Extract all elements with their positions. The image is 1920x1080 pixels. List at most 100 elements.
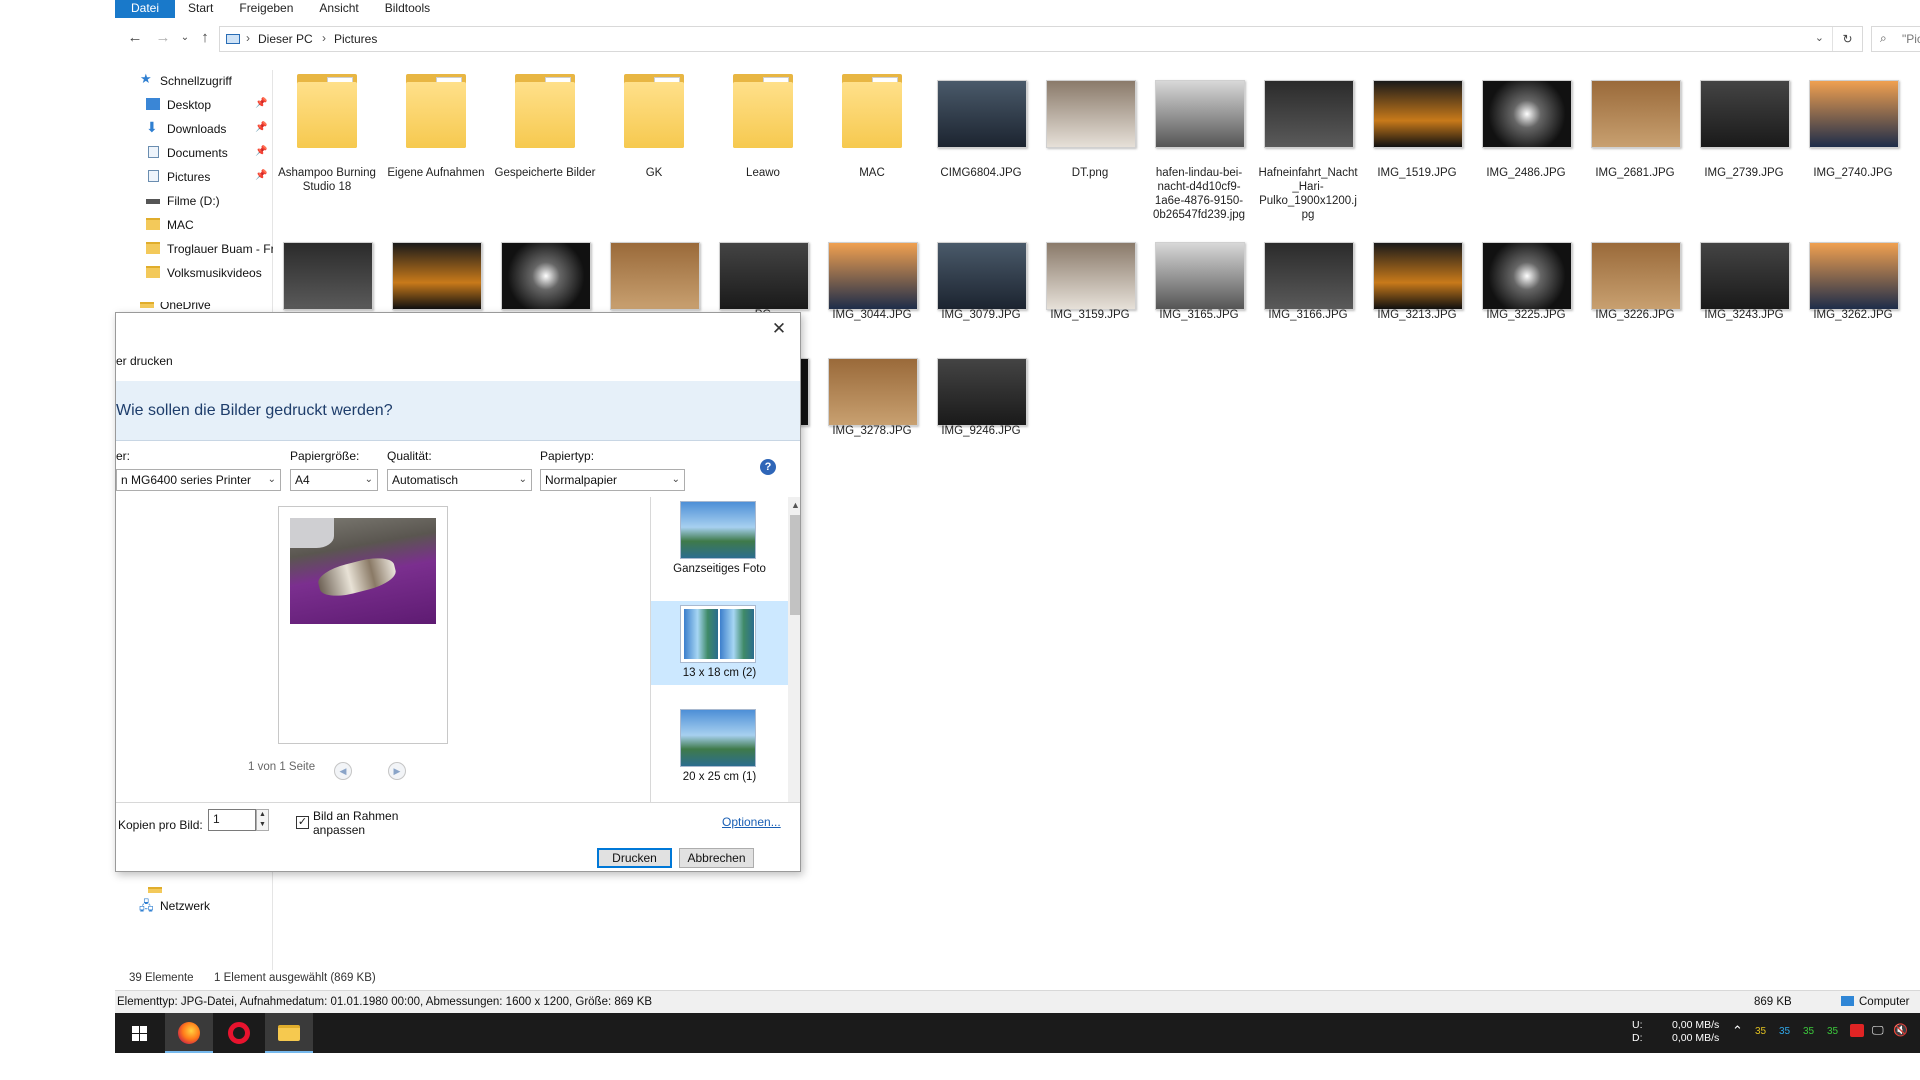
quality-select[interactable]: Automatisch ⌄ <box>387 469 532 491</box>
refresh-icon[interactable]: ↻ <box>1832 27 1862 51</box>
up-arrow-icon[interactable]: ↑ <box>195 28 215 48</box>
options-link[interactable]: Optionen... <box>722 815 781 829</box>
fit-frame-label[interactable]: Bild an Rahmen anpassen <box>313 809 423 837</box>
network-status-icon[interactable]: 🖵 <box>1872 1023 1884 1038</box>
page-indicator: 1 von 1 Seite <box>248 761 316 773</box>
tab-datei[interactable]: Datei <box>115 0 176 18</box>
file-name: IMG_3262.JPG <box>1813 309 1893 321</box>
file-details: Elementtyp: JPG-Datei, Aufnahmedatum: 01… <box>117 996 653 1008</box>
file-name: GK <box>645 167 663 179</box>
breadcrumb-pictures[interactable]: Pictures <box>334 32 377 46</box>
dialog-footer: Kopien pro Bild: 1 ▲ ▼ ✓ Bild an Rahmen a… <box>116 802 800 871</box>
layout-preview-icon <box>680 605 756 663</box>
tab-ansicht[interactable]: Ansicht <box>306 0 371 18</box>
previous-page-icon[interactable]: ◀ <box>334 762 352 780</box>
windows-start-icon[interactable] <box>115 1013 163 1053</box>
scrollbar-thumb[interactable] <box>790 515 800 615</box>
nav-item-downloads[interactable]: ⬇ Downloads 📌 <box>115 118 273 140</box>
quality-label: Qualität: <box>387 449 432 463</box>
back-arrow-icon[interactable]: ← <box>125 28 145 48</box>
copies-stepper[interactable]: ▲ ▼ <box>256 809 269 831</box>
address-bar[interactable]: › Dieser PC › Pictures ⌄ ↻ <box>219 26 1863 52</box>
nav-item-schnellzugriff[interactable]: ★ Schnellzugriff <box>115 70 273 92</box>
print-preview: 1 von 1 Seite ◀ ▶ <box>116 497 650 797</box>
file-explorer-icon[interactable] <box>265 1013 313 1053</box>
image-thumbnail <box>937 80 1027 148</box>
nav-item-filme-d[interactable]: Filme (D:) <box>115 190 273 212</box>
cancel-button[interactable]: Abbrechen <box>679 848 754 868</box>
image-thumbnail <box>719 242 809 310</box>
stepper-up-icon[interactable]: ▲ <box>257 810 268 820</box>
image-thumbnail <box>1482 80 1572 148</box>
temp-3: 35 <box>1803 1026 1815 1037</box>
image-thumbnail <box>1591 80 1681 148</box>
folder-icon <box>146 218 160 230</box>
breadcrumb-separator-icon[interactable]: › <box>322 31 326 45</box>
preview-page <box>278 506 448 744</box>
nav-item-netzwerk[interactable]: 🖧 Netzwerk <box>115 895 273 917</box>
computer-label: Computer <box>1859 996 1910 1008</box>
print-button[interactable]: Drucken <box>597 848 672 868</box>
item-count: 39 Elemente <box>129 972 194 984</box>
image-thumbnail <box>1809 242 1899 310</box>
next-page-icon[interactable]: ▶ <box>388 762 406 780</box>
stepper-down-icon[interactable]: ▼ <box>257 820 268 830</box>
search-input[interactable]: ⌕ "Pictures" d <box>1871 26 1920 52</box>
net-upload-rate: 0,00 MB/s <box>1672 1019 1720 1031</box>
nav-item-onedrive[interactable]: OneDrive <box>115 302 273 310</box>
paper-size-label: Papiergröße: <box>290 449 360 463</box>
breadcrumb-separator-icon[interactable]: › <box>246 31 250 45</box>
security-shield-icon[interactable] <box>1850 1024 1864 1037</box>
file-name: IMG_3278.JPG <box>832 425 912 437</box>
folder-icon <box>733 74 793 148</box>
tab-start[interactable]: Start <box>175 0 226 18</box>
help-icon[interactable]: ? <box>760 459 776 475</box>
photo-pillow <box>290 518 334 548</box>
layout-20x25[interactable]: 20 x 25 cm (1) <box>651 705 788 789</box>
pin-icon: 📌 <box>255 146 268 157</box>
file-name: MAC <box>859 167 885 179</box>
breadcrumb-this-pc[interactable]: Dieser PC <box>258 32 313 46</box>
chevron-down-icon: ⌄ <box>671 474 680 485</box>
chevron-up-icon[interactable]: ⌃ <box>1732 1023 1743 1039</box>
image-thumbnail <box>283 242 373 310</box>
paper-size-select[interactable]: A4 ⌄ <box>290 469 378 491</box>
tab-freigeben[interactable]: Freigeben <box>226 0 306 18</box>
nav-item-volksmusikvideos[interactable]: Volksmusikvideos <box>115 262 273 284</box>
layout-13x18[interactable]: 13 x 18 cm (2) <box>651 601 788 685</box>
nav-item-desktop[interactable]: Desktop 📌 <box>115 94 273 116</box>
forward-arrow-icon[interactable]: → <box>153 28 173 48</box>
image-thumbnail <box>1482 242 1572 310</box>
layout-half-left <box>684 609 718 659</box>
layout-scrollbar[interactable]: ▲ <box>788 497 800 802</box>
nav-item-hidden-folder[interactable] <box>115 887 273 895</box>
scroll-up-icon[interactable]: ▲ <box>788 497 800 513</box>
file-name: IMG_2486.JPG <box>1486 167 1566 179</box>
fit-frame-checkbox[interactable]: ✓ <box>296 816 309 829</box>
nav-item-mac[interactable]: MAC <box>115 214 273 236</box>
print-pictures-dialog: ✕ er drucken Wie sollen die Bilder gedru… <box>115 312 801 872</box>
desktop-icon <box>146 98 160 110</box>
drive-icon <box>146 199 160 204</box>
printer-select[interactable]: n MG6400 series Printer ⌄ <box>116 469 281 491</box>
firefox-icon[interactable] <box>165 1013 213 1053</box>
speaker-muted-icon[interactable]: 🔇 <box>1893 1023 1908 1037</box>
close-icon[interactable]: ✕ <box>766 318 792 340</box>
nav-item-pictures[interactable]: Pictures 📌 <box>115 166 273 188</box>
recent-locations-chevron-icon[interactable]: ⌄ <box>175 28 195 48</box>
image-thumbnail <box>1155 80 1245 148</box>
network-icon: 🖧 <box>139 898 154 913</box>
tab-bildtools[interactable]: Bildtools <box>372 0 443 18</box>
layout-label: 13 x 18 cm (2) <box>682 667 757 679</box>
folder-icon <box>148 887 162 893</box>
nav-item-troglauer-buam[interactable]: Troglauer Buam - Fr <box>115 238 273 260</box>
paper-type-select[interactable]: Normalpapier ⌄ <box>540 469 685 491</box>
dialog-header-band: Wie sollen die Bilder gedruckt werden? <box>116 381 800 441</box>
copies-input[interactable]: 1 <box>208 809 256 831</box>
opera-icon[interactable] <box>215 1013 263 1053</box>
file-name: Ashampoo Burning Studio 18 <box>278 167 376 193</box>
layout-ganzseitiges-foto[interactable]: Ganzseitiges Foto <box>651 497 788 581</box>
nav-item-documents[interactable]: Documents 📌 <box>115 142 273 164</box>
address-dropdown-icon[interactable]: ⌄ <box>1815 31 1824 44</box>
copies-label: Kopien pro Bild: <box>118 818 203 832</box>
